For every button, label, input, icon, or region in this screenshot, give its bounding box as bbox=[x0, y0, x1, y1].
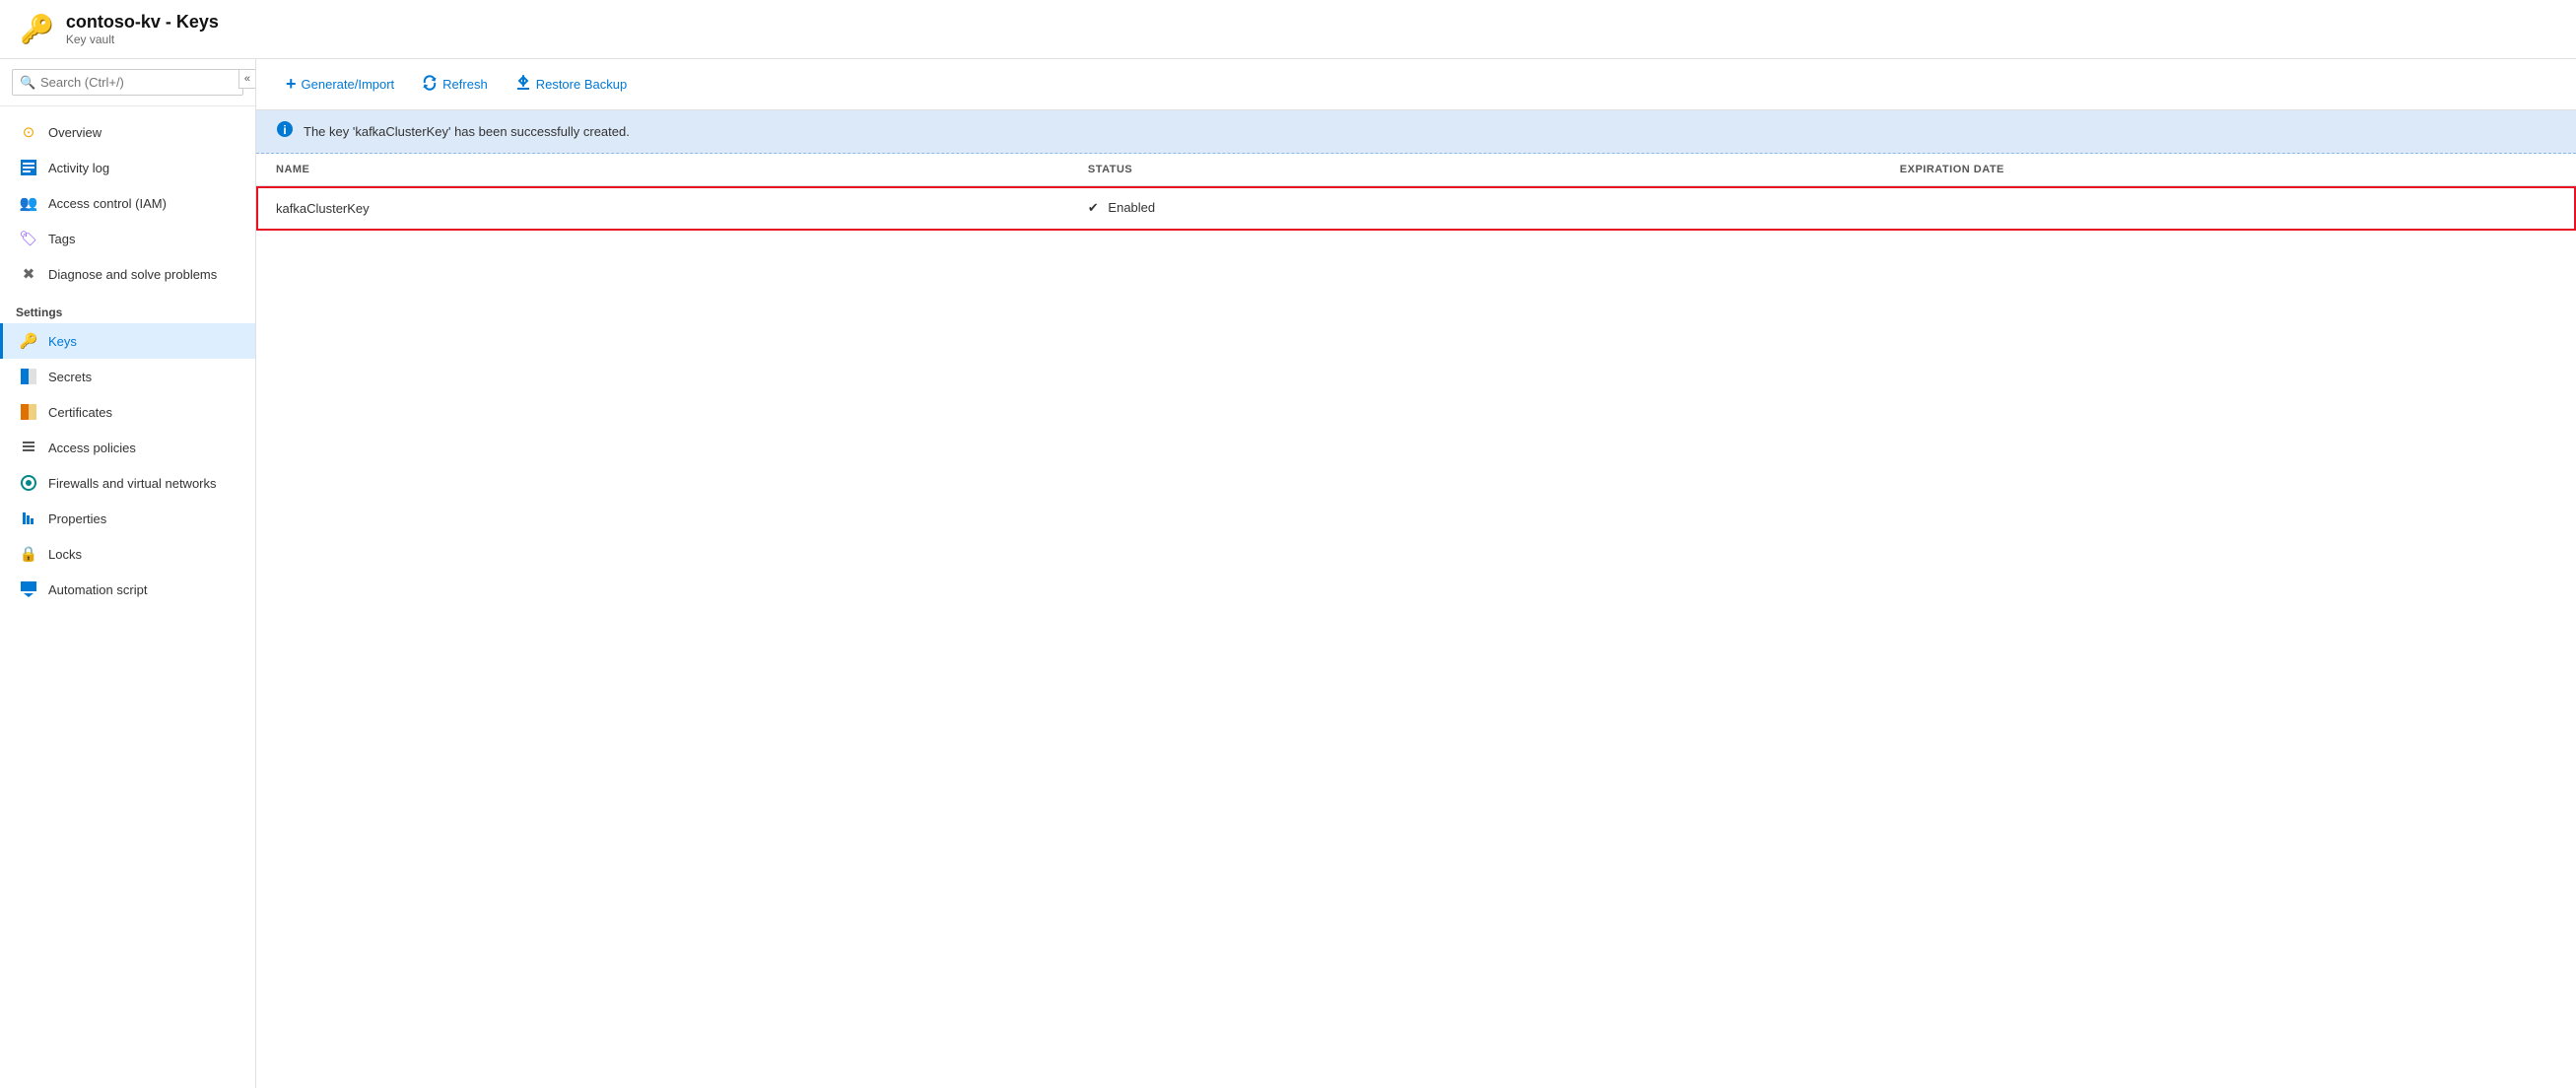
sidebar-item-firewalls[interactable]: Firewalls and virtual networks bbox=[0, 465, 255, 501]
notification-message: The key 'kafkaClusterKey' has been succe… bbox=[304, 124, 630, 139]
keys-table: NAME STATUS EXPIRATION DATE kafkaCluster… bbox=[256, 154, 2576, 231]
keys-icon: 🔑 bbox=[19, 331, 38, 351]
automation-icon bbox=[19, 579, 38, 599]
sidebar-item-label: Overview bbox=[48, 125, 102, 140]
sidebar-item-properties[interactable]: Properties bbox=[0, 501, 255, 536]
sidebar-item-keys[interactable]: 🔑 Keys bbox=[0, 323, 255, 359]
restore-icon bbox=[515, 75, 531, 95]
key-expiration bbox=[1880, 186, 2576, 231]
overview-icon: ⊙ bbox=[19, 122, 38, 142]
access-control-icon: 👥 bbox=[19, 193, 38, 213]
svg-text:i: i bbox=[283, 123, 286, 137]
sidebar-item-label: Secrets bbox=[48, 370, 92, 384]
sidebar-item-access-control[interactable]: 👥 Access control (IAM) bbox=[0, 185, 255, 221]
sidebar-item-label: Activity log bbox=[48, 161, 109, 175]
sidebar-item-overview[interactable]: ⊙ Overview bbox=[0, 114, 255, 150]
restore-backup-button[interactable]: Restore Backup bbox=[506, 70, 638, 100]
activity-log-icon bbox=[19, 158, 38, 177]
sidebar-item-label: Locks bbox=[48, 547, 82, 562]
access-policies-icon bbox=[19, 438, 38, 457]
main-content: + Generate/Import Refresh Restore Backup… bbox=[256, 59, 2576, 1088]
sidebar-item-label: Firewalls and virtual networks bbox=[48, 476, 217, 491]
sidebar-item-label: Certificates bbox=[48, 405, 112, 420]
sidebar-item-secrets[interactable]: Secrets bbox=[0, 359, 255, 394]
sidebar-item-diagnose[interactable]: ✖ Diagnose and solve problems bbox=[0, 256, 255, 292]
refresh-label: Refresh bbox=[442, 77, 488, 92]
sidebar-navigation: ⊙ Overview Activity log 👥 Access control… bbox=[0, 106, 255, 1088]
sidebar-item-label: Access control (IAM) bbox=[48, 196, 167, 211]
search-icon: 🔍 bbox=[20, 75, 35, 91]
sidebar-item-label: Properties bbox=[48, 511, 106, 526]
sidebar-item-label: Tags bbox=[48, 232, 75, 246]
generate-import-button[interactable]: + Generate/Import bbox=[276, 69, 404, 100]
page-subtitle: Key vault bbox=[66, 33, 219, 46]
key-name: kafkaClusterKey bbox=[256, 186, 1068, 231]
info-icon: i bbox=[276, 120, 294, 143]
sidebar-item-automation[interactable]: Automation script bbox=[0, 572, 255, 607]
sidebar-item-label: Automation script bbox=[48, 582, 147, 597]
search-input[interactable] bbox=[12, 69, 243, 96]
collapse-sidebar-button[interactable]: « bbox=[238, 69, 256, 89]
plus-icon: + bbox=[286, 74, 297, 95]
column-status: STATUS bbox=[1068, 154, 1880, 186]
sidebar: 🔍 « ⊙ Overview Activity log 👥 Access con… bbox=[0, 59, 256, 1088]
certificates-icon bbox=[19, 402, 38, 422]
tags-icon: 🏷 bbox=[19, 229, 38, 248]
restore-backup-label: Restore Backup bbox=[536, 77, 628, 92]
properties-icon bbox=[19, 509, 38, 528]
sidebar-item-access-policies[interactable]: Access policies bbox=[0, 430, 255, 465]
locks-icon: 🔒 bbox=[19, 544, 38, 564]
settings-section-label: Settings bbox=[0, 292, 255, 323]
sidebar-item-certificates[interactable]: Certificates bbox=[0, 394, 255, 430]
refresh-button[interactable]: Refresh bbox=[412, 70, 498, 100]
sidebar-item-locks[interactable]: 🔒 Locks bbox=[0, 536, 255, 572]
column-name: NAME bbox=[256, 154, 1068, 186]
key-vault-icon: 🔑 bbox=[20, 13, 54, 45]
key-status: ✔ Enabled bbox=[1068, 186, 1880, 231]
sidebar-item-label: Access policies bbox=[48, 441, 136, 455]
app-header: 🔑 contoso-kv - Keys Key vault bbox=[0, 0, 2576, 59]
key-status-label: Enabled bbox=[1108, 200, 1155, 215]
table-area: NAME STATUS EXPIRATION DATE kafkaCluster… bbox=[256, 154, 2576, 1088]
refresh-icon bbox=[422, 75, 438, 95]
firewalls-icon bbox=[19, 473, 38, 493]
column-expiration-date: EXPIRATION DATE bbox=[1880, 154, 2576, 186]
checkmark-icon: ✔ bbox=[1088, 200, 1099, 215]
toolbar: + Generate/Import Refresh Restore Backup bbox=[256, 59, 2576, 110]
secrets-icon bbox=[19, 367, 38, 386]
diagnose-icon: ✖ bbox=[19, 264, 38, 284]
sidebar-item-tags[interactable]: 🏷 Tags bbox=[0, 221, 255, 256]
table-row[interactable]: kafkaClusterKey ✔ Enabled bbox=[256, 186, 2576, 231]
sidebar-item-activity-log[interactable]: Activity log bbox=[0, 150, 255, 185]
generate-import-label: Generate/Import bbox=[302, 77, 395, 92]
sidebar-item-label: Diagnose and solve problems bbox=[48, 267, 217, 282]
sidebar-search-container: 🔍 « bbox=[0, 59, 255, 106]
notification-bar: i The key 'kafkaClusterKey' has been suc… bbox=[256, 110, 2576, 154]
page-title: contoso-kv - Keys bbox=[66, 12, 219, 33]
sidebar-item-label: Keys bbox=[48, 334, 77, 349]
